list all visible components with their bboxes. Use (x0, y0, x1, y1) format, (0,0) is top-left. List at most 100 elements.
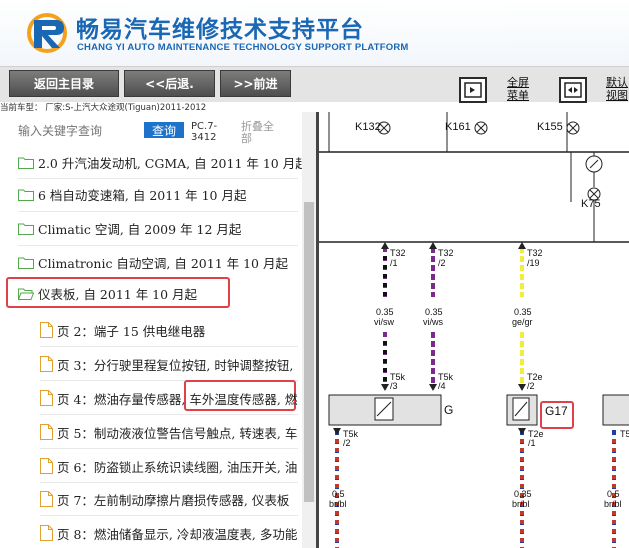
wire-label: /1 (528, 438, 536, 448)
tree-item-label: 页 3：分行驶里程复位按钮, 时钟调整按钮, (57, 357, 294, 373)
tree-page-2[interactable]: 页 2：端子 15 供电继电器 (40, 318, 205, 342)
fullscreen-menu-button[interactable] (459, 77, 487, 103)
forward-button[interactable]: >>前进 (220, 70, 291, 97)
component-label: K161 (445, 121, 471, 133)
search-row: 查询 PC.7- 3412 折叠全 部 (0, 112, 316, 148)
wire-label: vi/ws (423, 317, 443, 327)
component-label: K155 (537, 121, 563, 133)
tree-item-label: 页 5：制动液液位警告信号触点, 转速表, 车 (57, 425, 298, 441)
wire-label: /2 (343, 438, 351, 448)
wire-label: 0.35 (514, 307, 532, 317)
tree-item-label: 页 8：燃油储备显示, 冷却液温度表, 多功能 (57, 526, 298, 542)
tree-item-label: 2.0 升汽油发动机, CGMA, 自 2011 年 10 月起 (38, 155, 308, 171)
toolbar: 返回主目录 <<后退. >>前进 全屏 菜单 默认 视图 (0, 66, 629, 103)
folder-icon (18, 157, 34, 169)
default-view-label[interactable]: 默认 视图 (606, 76, 628, 102)
divider (40, 515, 298, 516)
tree-item-engine[interactable]: 2.0 升汽油发动机, CGMA, 自 2011 年 10 月起 (18, 150, 308, 174)
app-root: 畅易汽车维修技术支持平台 CHANG YI AUTO MAINTENANCE T… (0, 0, 629, 548)
tree-item-climatronic[interactable]: Climatronic 自动空调, 自 2011 年 10 月起 (18, 250, 288, 274)
back-home-button[interactable]: 返回主目录 (9, 70, 119, 97)
fullscreen-label-line1: 全屏 (507, 76, 529, 89)
tree-item-label: Climatronic 自动空调, 自 2011 年 10 月起 (38, 255, 288, 271)
divider (18, 211, 298, 212)
tree-page-5[interactable]: 页 5：制动液液位警告信号触点, 转速表, 车 (40, 420, 297, 444)
wire-label: br/bl (512, 499, 530, 509)
component-label: G17 (545, 404, 568, 418)
page-icon (40, 424, 53, 440)
page-icon (40, 525, 53, 541)
tree-item-label: 页 7：左前制动摩擦片磨损传感器, 仪表板 (57, 492, 290, 508)
tree-item-label: 页 6：防盗锁止系统识读线圈, 油压开关, 油 (57, 459, 298, 475)
wire-label: T5 (620, 429, 629, 439)
lamp-k155-icon (566, 121, 580, 135)
tree-page-4[interactable]: 页 4：燃油存量传感器, 车外温度传感器, 燃 (40, 386, 297, 410)
component-label: K132 (355, 121, 381, 133)
collapse-label-line2: 部 (241, 132, 252, 145)
tree-page-7[interactable]: 页 7：左前制动摩擦片磨损传感器, 仪表板 (40, 487, 289, 511)
page-icon (40, 390, 53, 406)
default-view-button[interactable] (559, 77, 587, 103)
fullscreen-icon (464, 82, 482, 98)
vehicle-info: 当前车型： 厂家:S-上汽大众途观(Tiguan)2011-2012 (0, 103, 207, 112)
tree-item-label: 页 4：燃油存量传感器, 车外温度传感器, 燃 (57, 391, 298, 407)
divider (40, 414, 298, 415)
page-icon (40, 322, 53, 338)
wire-label: 0.35 (376, 307, 394, 317)
wire-label: /3 (390, 381, 398, 391)
tree-item-gearbox[interactable]: 6 档自动变速箱, 自 2011 年 10 月起 (18, 182, 246, 206)
divider (40, 448, 298, 449)
tree-item-label: 页 2：端子 15 供电继电器 (57, 323, 206, 339)
tree-panel: 查询 PC.7- 3412 折叠全 部 2.0 升汽油发动机, CGMA, 自 … (0, 112, 316, 548)
page-icon (40, 491, 53, 507)
pc-label-line2: 3412 (191, 132, 217, 143)
tree-page-6[interactable]: 页 6：防盗锁止系统识读线圈, 油压开关, 油 (40, 454, 297, 478)
default-view-label-line2: 视图 (606, 89, 628, 102)
component-label: K75 (581, 198, 601, 210)
app-subtitle: CHANG YI AUTO MAINTENANCE TECHNOLOGY SUP… (77, 42, 409, 53)
tree-page-3[interactable]: 页 3：分行驶里程复位按钮, 时钟调整按钮, (40, 352, 293, 376)
divider (40, 346, 298, 347)
wiring-diagram: K132 K161 K155 K75 G G17 T32 /1 0.35 vi/… (316, 112, 629, 548)
lamp-k161-icon (474, 121, 488, 135)
folder-icon (18, 223, 34, 235)
header-banner: 畅易汽车维修技术支持平台 CHANG YI AUTO MAINTENANCE T… (0, 0, 629, 66)
wire-label: /19 (527, 258, 540, 268)
folder-open-icon (18, 288, 34, 300)
wire-label: 0.5 (607, 489, 620, 499)
wire-label: /2 (438, 258, 446, 268)
wire-label: ge/gr (512, 317, 533, 327)
page-icon (40, 356, 53, 372)
back-button[interactable]: <<后退. (124, 70, 215, 97)
wire-label: vi/sw (374, 317, 394, 327)
divider (40, 482, 298, 483)
tree-item-label: 6 档自动变速箱, 自 2011 年 10 月起 (38, 187, 247, 203)
fullscreen-menu-label[interactable]: 全屏 菜单 (507, 76, 529, 102)
fullscreen-label-line2: 菜单 (507, 89, 529, 102)
tree-item-climatic[interactable]: Climatic 空调, 自 2009 年 12 月起 (18, 216, 241, 240)
wire-label: T32 (527, 248, 543, 258)
wire-label: T32 (438, 248, 454, 258)
app-title: 畅易汽车维修技术支持平台 (76, 17, 364, 43)
page-icon (40, 458, 53, 474)
wire-label: /1 (390, 258, 398, 268)
divider (18, 245, 298, 246)
divider (18, 178, 298, 179)
wire-label: /4 (438, 381, 446, 391)
tree-item-label: Climatic 空调, 自 2009 年 12 月起 (38, 221, 242, 237)
component-label: G (444, 403, 454, 417)
collapse-all-link[interactable]: 折叠全 部 (241, 121, 285, 145)
default-view-label-line1: 默认 (606, 76, 628, 89)
folder-icon (18, 257, 34, 269)
wire-label: 0.35 (425, 307, 443, 317)
tree-scrollbar-thumb[interactable] (304, 202, 314, 502)
pc-label-line1: PC.7- (191, 121, 218, 132)
tree-page-8[interactable]: 页 8：燃油储备显示, 冷却液温度表, 多功能 (40, 521, 297, 545)
tree-item-dashboard[interactable]: 仪表板, 自 2011 年 10 月起 (18, 281, 197, 305)
tree-item-label: 仪表板, 自 2011 年 10 月起 (38, 286, 198, 302)
search-input[interactable] (18, 122, 138, 140)
default-view-icon (564, 82, 582, 98)
pc-label: PC.7- 3412 (191, 121, 227, 143)
wire-label: br/bl (329, 499, 347, 509)
search-button[interactable]: 查询 (144, 122, 184, 138)
